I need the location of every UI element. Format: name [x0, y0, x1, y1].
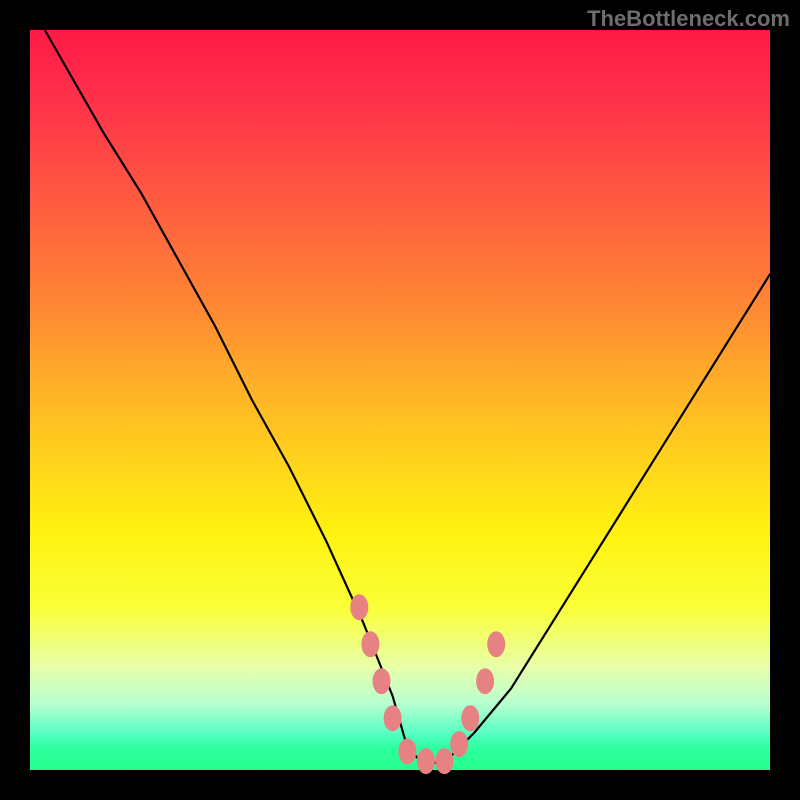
bead-5	[417, 748, 435, 774]
curve-svg	[30, 30, 770, 770]
bead-6	[435, 748, 453, 774]
bead-10	[487, 631, 505, 657]
bottleneck-curve	[45, 30, 770, 763]
bead-2	[373, 668, 391, 694]
bead-3	[384, 705, 402, 731]
bead-8	[461, 705, 479, 731]
bead-9	[476, 668, 494, 694]
watermark-text: TheBottleneck.com	[587, 6, 790, 32]
bead-0	[350, 594, 368, 620]
plot-area	[30, 30, 770, 770]
bead-4	[398, 739, 416, 765]
bead-7	[450, 731, 468, 757]
curve-beads	[350, 594, 505, 774]
bead-1	[361, 631, 379, 657]
chart-frame: TheBottleneck.com	[0, 0, 800, 800]
